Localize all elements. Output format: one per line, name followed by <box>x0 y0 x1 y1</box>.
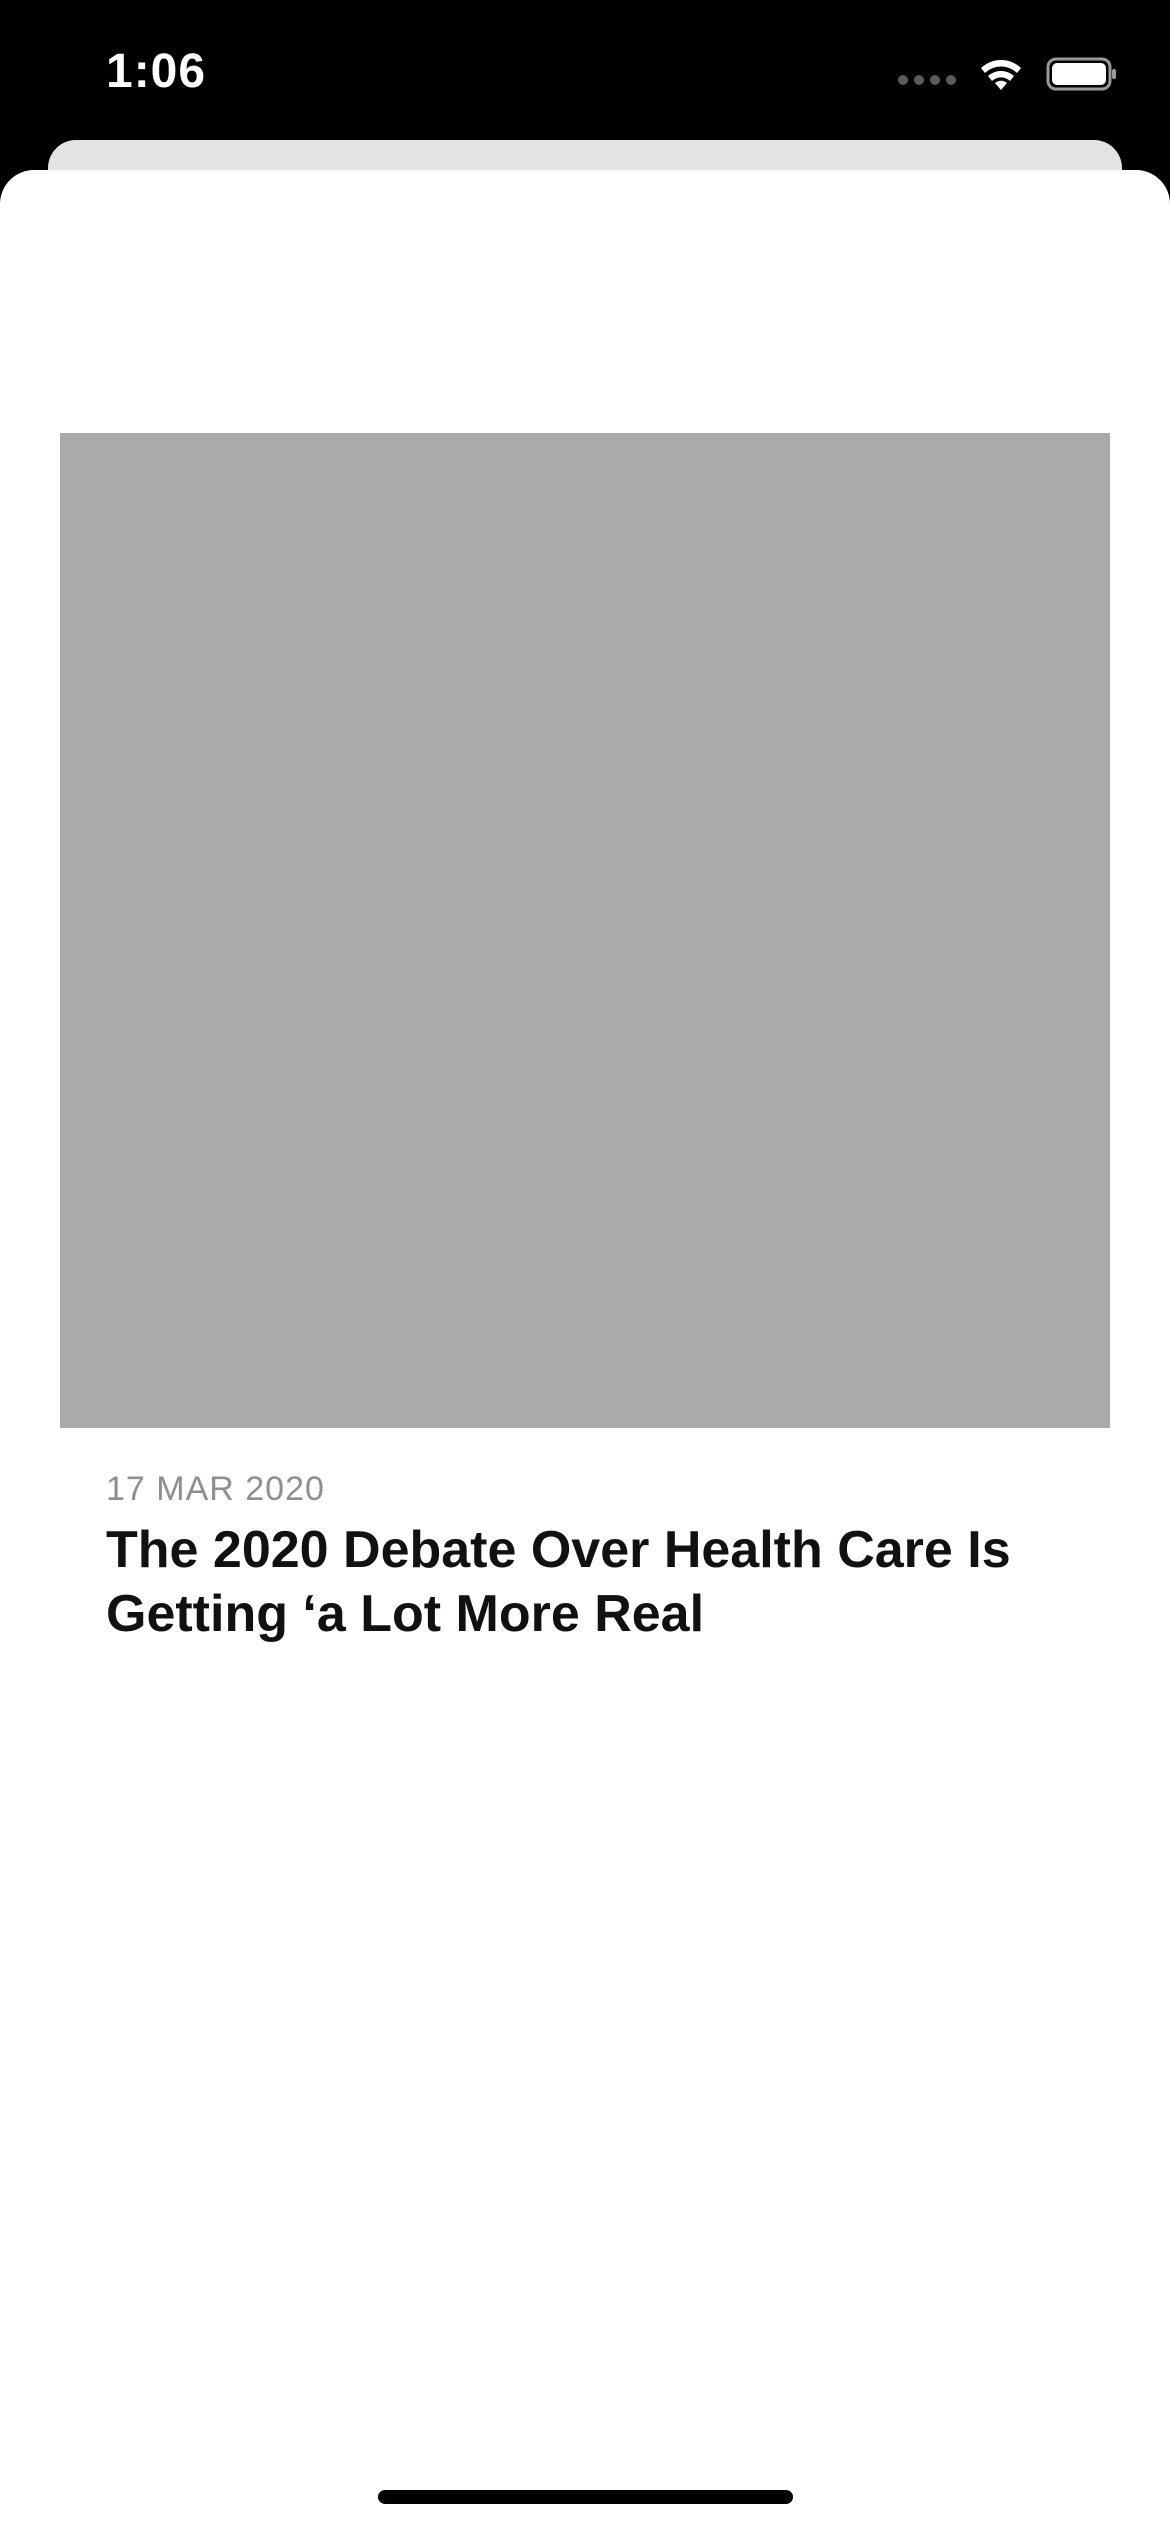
article-title[interactable]: The 2020 Debate Over Health Care Is Gett… <box>106 1518 1096 1646</box>
battery-icon <box>1046 57 1116 91</box>
cellular-signal-icon <box>898 75 956 85</box>
article-image-placeholder[interactable] <box>60 433 1110 1428</box>
home-indicator[interactable] <box>378 2490 793 2504</box>
status-icons <box>898 54 1118 94</box>
article-date: 17 MAR 2020 <box>106 1470 325 1508</box>
wifi-icon <box>981 60 1021 90</box>
status-bar: 1:06 <box>0 0 1170 140</box>
status-time: 1:06 <box>106 45 207 98</box>
